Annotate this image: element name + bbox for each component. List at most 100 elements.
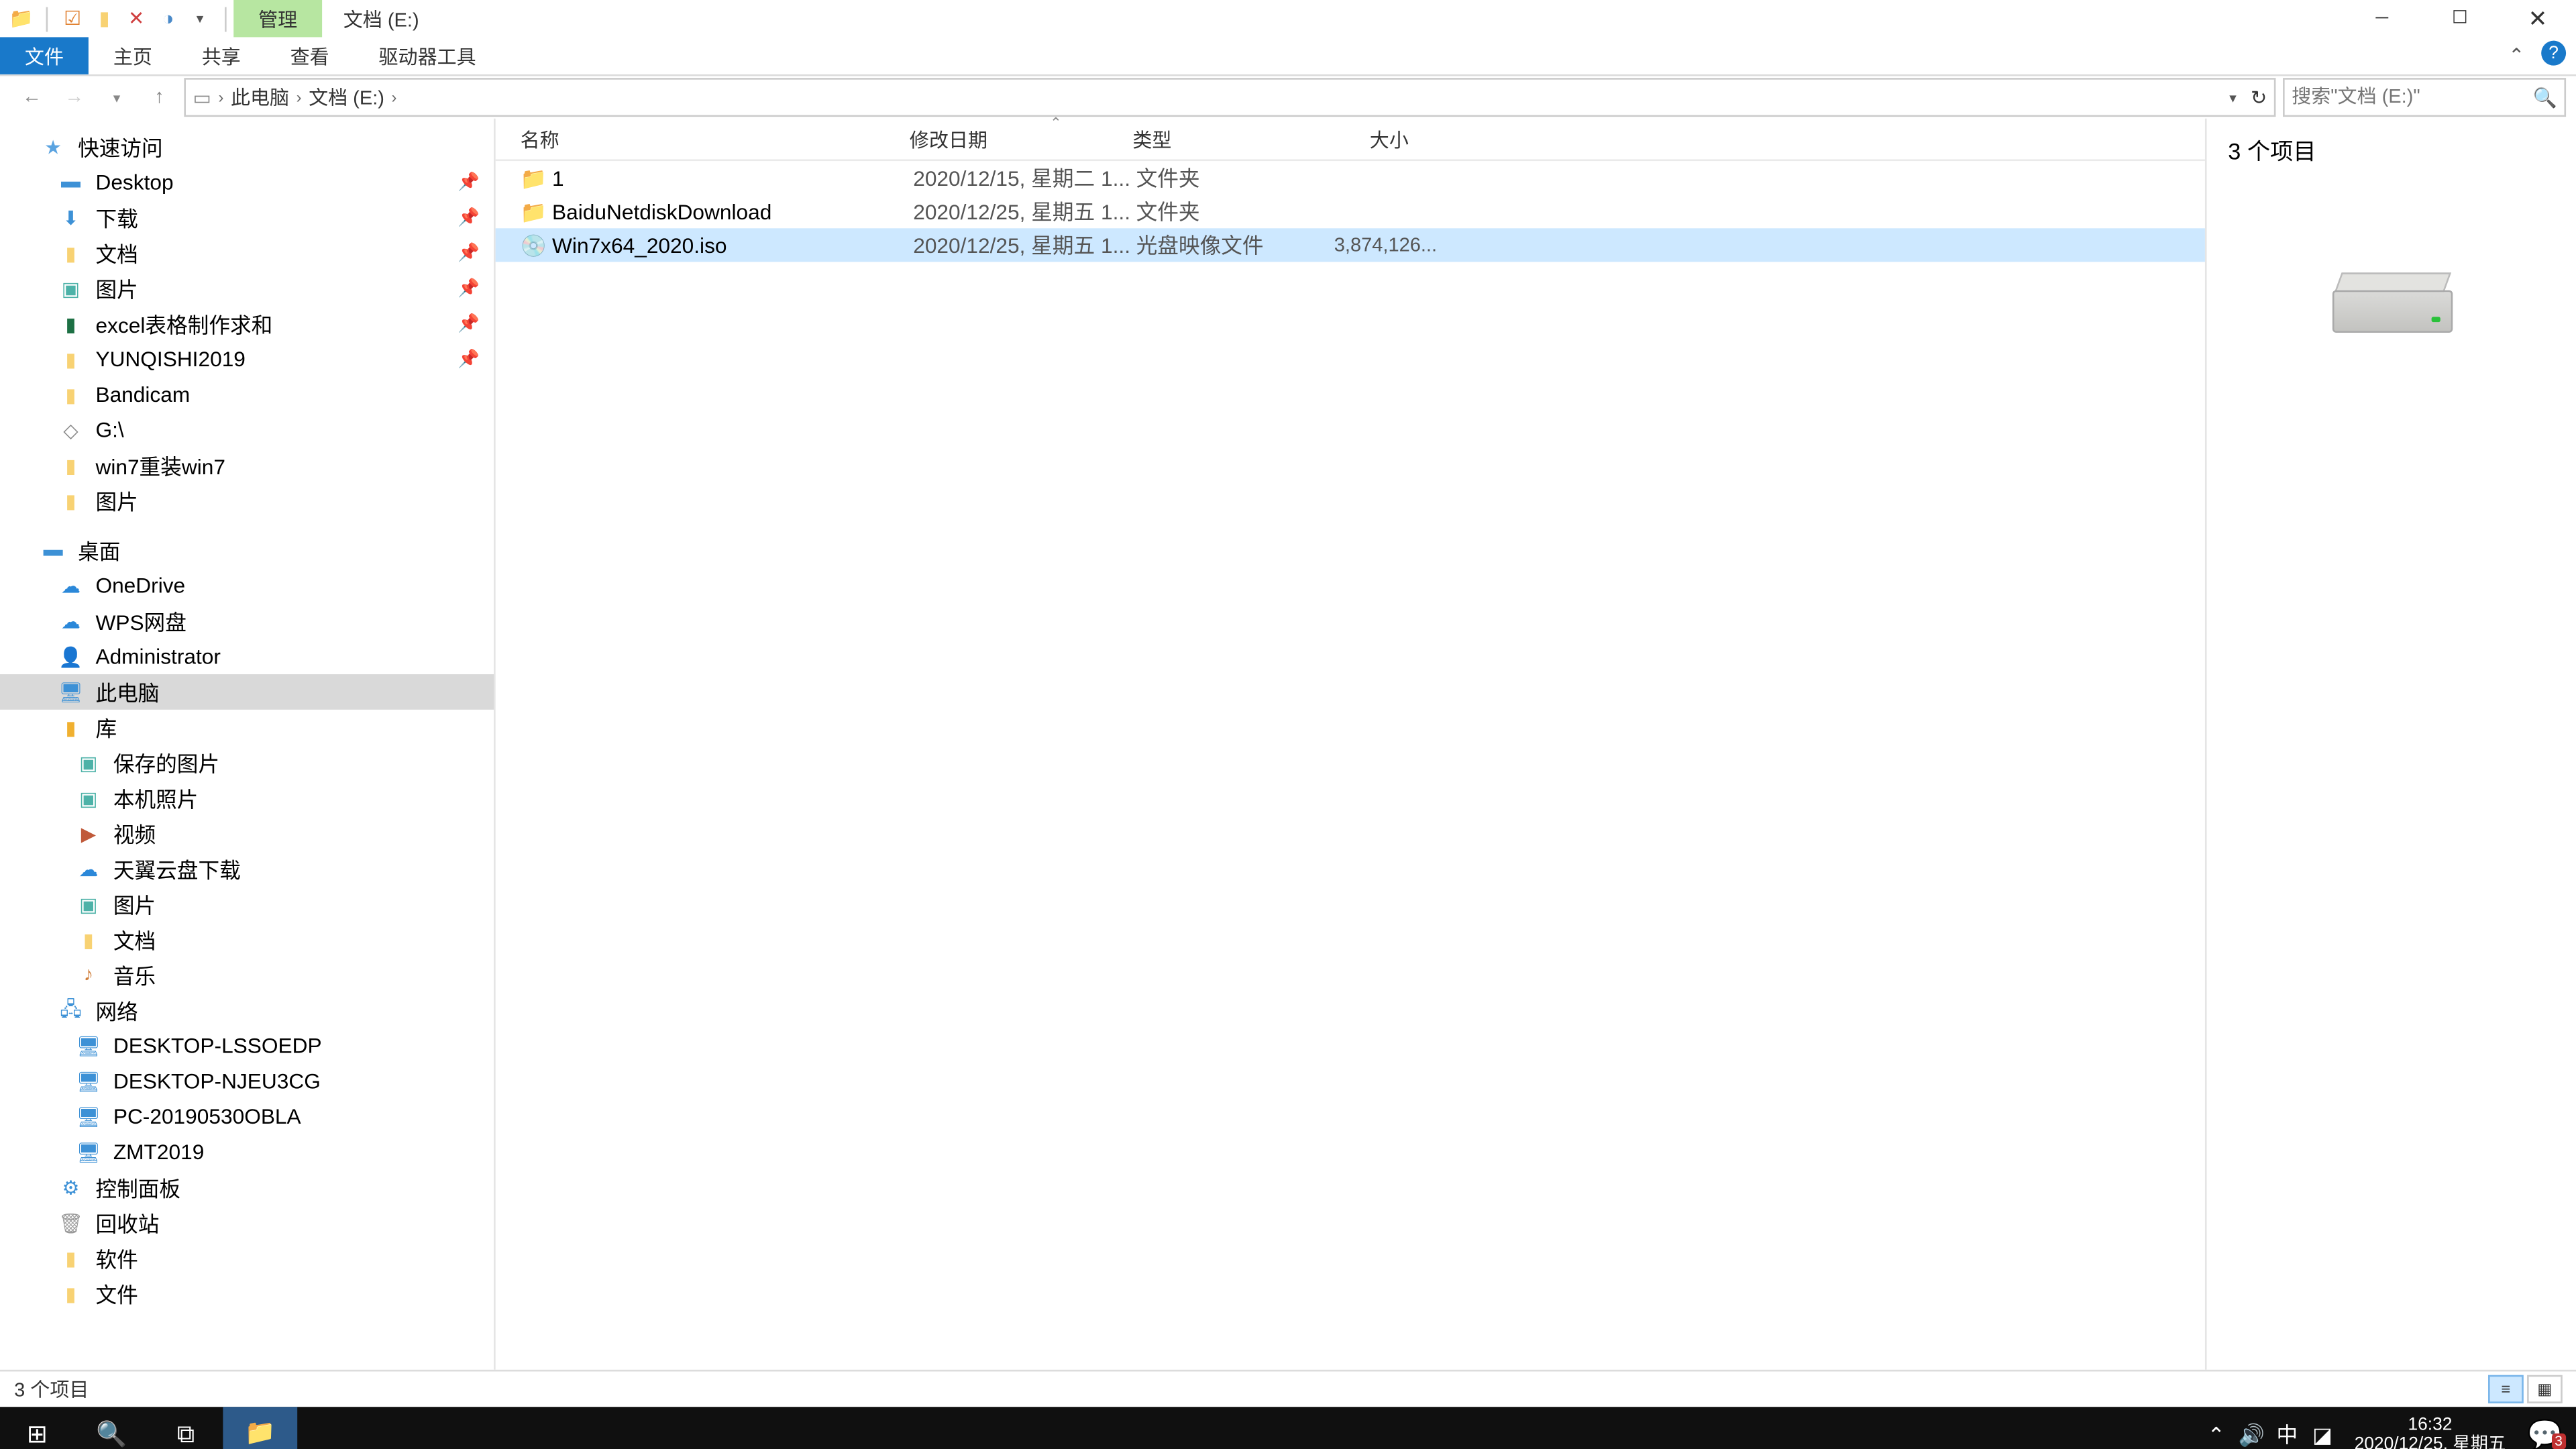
chevron-right-icon[interactable]: › xyxy=(219,89,224,106)
tree-label: 文件 xyxy=(95,1279,138,1309)
new-folder-icon[interactable]: ▮ xyxy=(91,5,119,33)
help-icon[interactable]: ? xyxy=(2541,41,2566,66)
chevron-right-icon[interactable]: › xyxy=(391,89,396,106)
ime-icon[interactable]: 中 xyxy=(2269,1419,2305,1449)
column-type[interactable]: 类型 xyxy=(1108,125,1285,153)
tab-share[interactable]: 共享 xyxy=(177,37,266,74)
minimize-button[interactable]: ─ xyxy=(2343,0,2421,37)
breadcrumb[interactable]: 文档 (E:) xyxy=(309,83,384,111)
tree-label: 控制面板 xyxy=(95,1173,180,1203)
context-tab[interactable]: 管理 xyxy=(233,0,322,37)
back-button[interactable]: ← xyxy=(14,80,50,115)
tree-win7[interactable]: ▮win7重装win7 xyxy=(0,447,494,483)
tree-software[interactable]: ▮软件 xyxy=(0,1240,494,1276)
taskbar-explorer[interactable]: 📁 xyxy=(223,1407,297,1449)
breadcrumb[interactable]: 此电脑 xyxy=(231,83,289,111)
file-list[interactable]: 📁12020/12/15, 星期二 1...文件夹📁BaiduNetdiskDo… xyxy=(496,161,2205,1370)
rename-icon[interactable]: ◑ xyxy=(154,5,182,33)
column-size[interactable]: 大小 xyxy=(1285,125,1409,153)
details-pane: 3 个项目 xyxy=(2205,119,2576,1370)
window-title: 文档 (E:) xyxy=(322,1,440,36)
recent-dropdown-icon[interactable]: ▾ xyxy=(99,80,135,115)
column-name[interactable]: 名称⌃ xyxy=(496,125,885,153)
tree-control-panel[interactable]: ⚙控制面板 xyxy=(0,1170,494,1205)
tree-excel[interactable]: ▮excel表格制作求和📌 xyxy=(0,306,494,341)
tree-pics-lib[interactable]: ▣图片 xyxy=(0,887,494,922)
tab-view[interactable]: 查看 xyxy=(266,37,354,74)
refresh-icon[interactable]: ↻ xyxy=(2251,86,2267,109)
tree-gdrive[interactable]: ◇G:\ xyxy=(0,413,494,448)
tree-tianyi[interactable]: ☁天翼云盘下载 xyxy=(0,851,494,887)
tree-libraries[interactable]: ▮库 xyxy=(0,710,494,745)
app-icon: 📁 xyxy=(7,5,36,33)
tray-overflow-icon[interactable]: ⌃ xyxy=(2198,1422,2234,1447)
task-view-button[interactable]: ⧉ xyxy=(149,1407,223,1449)
tree-music-lib[interactable]: ♪音乐 xyxy=(0,957,494,993)
tree-docs-lib[interactable]: ▮文档 xyxy=(0,922,494,957)
search-icon[interactable]: 🔍 xyxy=(2533,86,2557,109)
volume-icon[interactable]: 🔊 xyxy=(2234,1422,2269,1447)
tree-recycle-bin[interactable]: 🗑回收站 xyxy=(0,1205,494,1240)
tree-saved-pictures[interactable]: ▣保存的图片 xyxy=(0,745,494,781)
tree-label: 视频 xyxy=(113,818,156,849)
tree-label: 文档 xyxy=(113,924,156,955)
tree-wps[interactable]: ☁WPS网盘 xyxy=(0,604,494,639)
tree-pc4[interactable]: 🖥ZMT2019 xyxy=(0,1134,494,1170)
tab-drive-tools[interactable]: 驱动器工具 xyxy=(354,37,501,74)
tree-this-pc[interactable]: 🖥此电脑 xyxy=(0,674,494,710)
file-row[interactable]: 💿Win7x64_2020.iso2020/12/25, 星期五 1...光盘映… xyxy=(496,228,2205,262)
file-row[interactable]: 📁BaiduNetdiskDownload2020/12/25, 星期五 1..… xyxy=(496,195,2205,228)
tree-onedrive[interactable]: ☁OneDrive xyxy=(0,568,494,604)
file-row[interactable]: 📁12020/12/15, 星期二 1...文件夹 xyxy=(496,161,2205,195)
search-input[interactable] xyxy=(2292,87,2557,108)
tree-desktop[interactable]: ▬Desktop📌 xyxy=(0,164,494,200)
tree-pictures2[interactable]: ▮图片 xyxy=(0,483,494,519)
action-center-button[interactable]: 💬3 xyxy=(2520,1417,2570,1449)
tree-camera-roll[interactable]: ▣本机照片 xyxy=(0,780,494,816)
tree-pc3[interactable]: 🖥PC-20190530OBLA xyxy=(0,1099,494,1134)
search-button[interactable]: 🔍 xyxy=(74,1407,149,1449)
column-date[interactable]: 修改日期 xyxy=(885,125,1108,153)
address-dropdown-icon[interactable]: ▾ xyxy=(2229,89,2237,105)
tree-desktop-group[interactable]: ▬桌面 xyxy=(0,533,494,568)
close-button[interactable]: ✕ xyxy=(2499,0,2576,37)
cloud-icon: ☁ xyxy=(74,857,103,881)
properties-icon[interactable]: ☑ xyxy=(58,5,87,33)
tree-pc1[interactable]: 🖥DESKTOP-LSSOEDP xyxy=(0,1028,494,1064)
tree-videos[interactable]: ▶视频 xyxy=(0,816,494,851)
start-button[interactable]: ⊞ xyxy=(0,1407,74,1449)
thumbnails-view-button[interactable]: ▦ xyxy=(2527,1375,2563,1403)
tree-bandicam[interactable]: ▮Bandicam xyxy=(0,377,494,413)
tree-documents[interactable]: ▮文档📌 xyxy=(0,235,494,271)
chevron-right-icon[interactable]: › xyxy=(297,89,302,106)
ribbon-collapse-icon[interactable]: ⌃ xyxy=(2502,41,2530,69)
tree-quick-access[interactable]: ★快速访问 xyxy=(0,129,494,165)
pin-icon: 📌 xyxy=(458,172,480,192)
tree-label: 桌面 xyxy=(78,535,120,566)
file-size: 3,874,126... xyxy=(1313,235,1437,256)
tree-pictures[interactable]: ▣图片📌 xyxy=(0,271,494,307)
pin-icon: 📌 xyxy=(458,314,480,333)
tree-admin[interactable]: 👤Administrator xyxy=(0,639,494,674)
tray-app-icon[interactable]: ◪ xyxy=(2305,1422,2341,1447)
tree-downloads[interactable]: ⬇下载📌 xyxy=(0,200,494,235)
tab-file[interactable]: 文件 xyxy=(0,37,89,74)
tree-yunqishi[interactable]: ▮YUNQISHI2019📌 xyxy=(0,341,494,377)
details-view-button[interactable]: ≡ xyxy=(2488,1375,2524,1403)
delete-icon[interactable]: ✕ xyxy=(122,5,150,33)
forward-button[interactable]: → xyxy=(56,80,92,115)
tree-files[interactable]: ▮文件 xyxy=(0,1276,494,1311)
up-button[interactable]: ↑ xyxy=(142,80,177,115)
tree-pc2[interactable]: 🖥DESKTOP-NJEU3CG xyxy=(0,1063,494,1099)
tree-network[interactable]: 🖧网络 xyxy=(0,993,494,1028)
tree-label: 此电脑 xyxy=(95,677,159,707)
search-box[interactable]: 🔍 xyxy=(2283,78,2566,117)
tab-home[interactable]: 主页 xyxy=(89,37,177,74)
taskbar-clock[interactable]: 16:32 2020/12/25, 星期五 xyxy=(2340,1415,2520,1449)
folder-icon: ▮ xyxy=(56,488,85,513)
address-bar[interactable]: ▭ › 此电脑 › 文档 (E:) › ▾ ↻ xyxy=(184,78,2275,117)
tree-label: 下载 xyxy=(95,203,138,233)
maximize-button[interactable]: ☐ xyxy=(2421,0,2499,37)
tree-label: WPS网盘 xyxy=(95,606,186,637)
qat-dropdown-icon[interactable]: ▾ xyxy=(186,5,214,33)
